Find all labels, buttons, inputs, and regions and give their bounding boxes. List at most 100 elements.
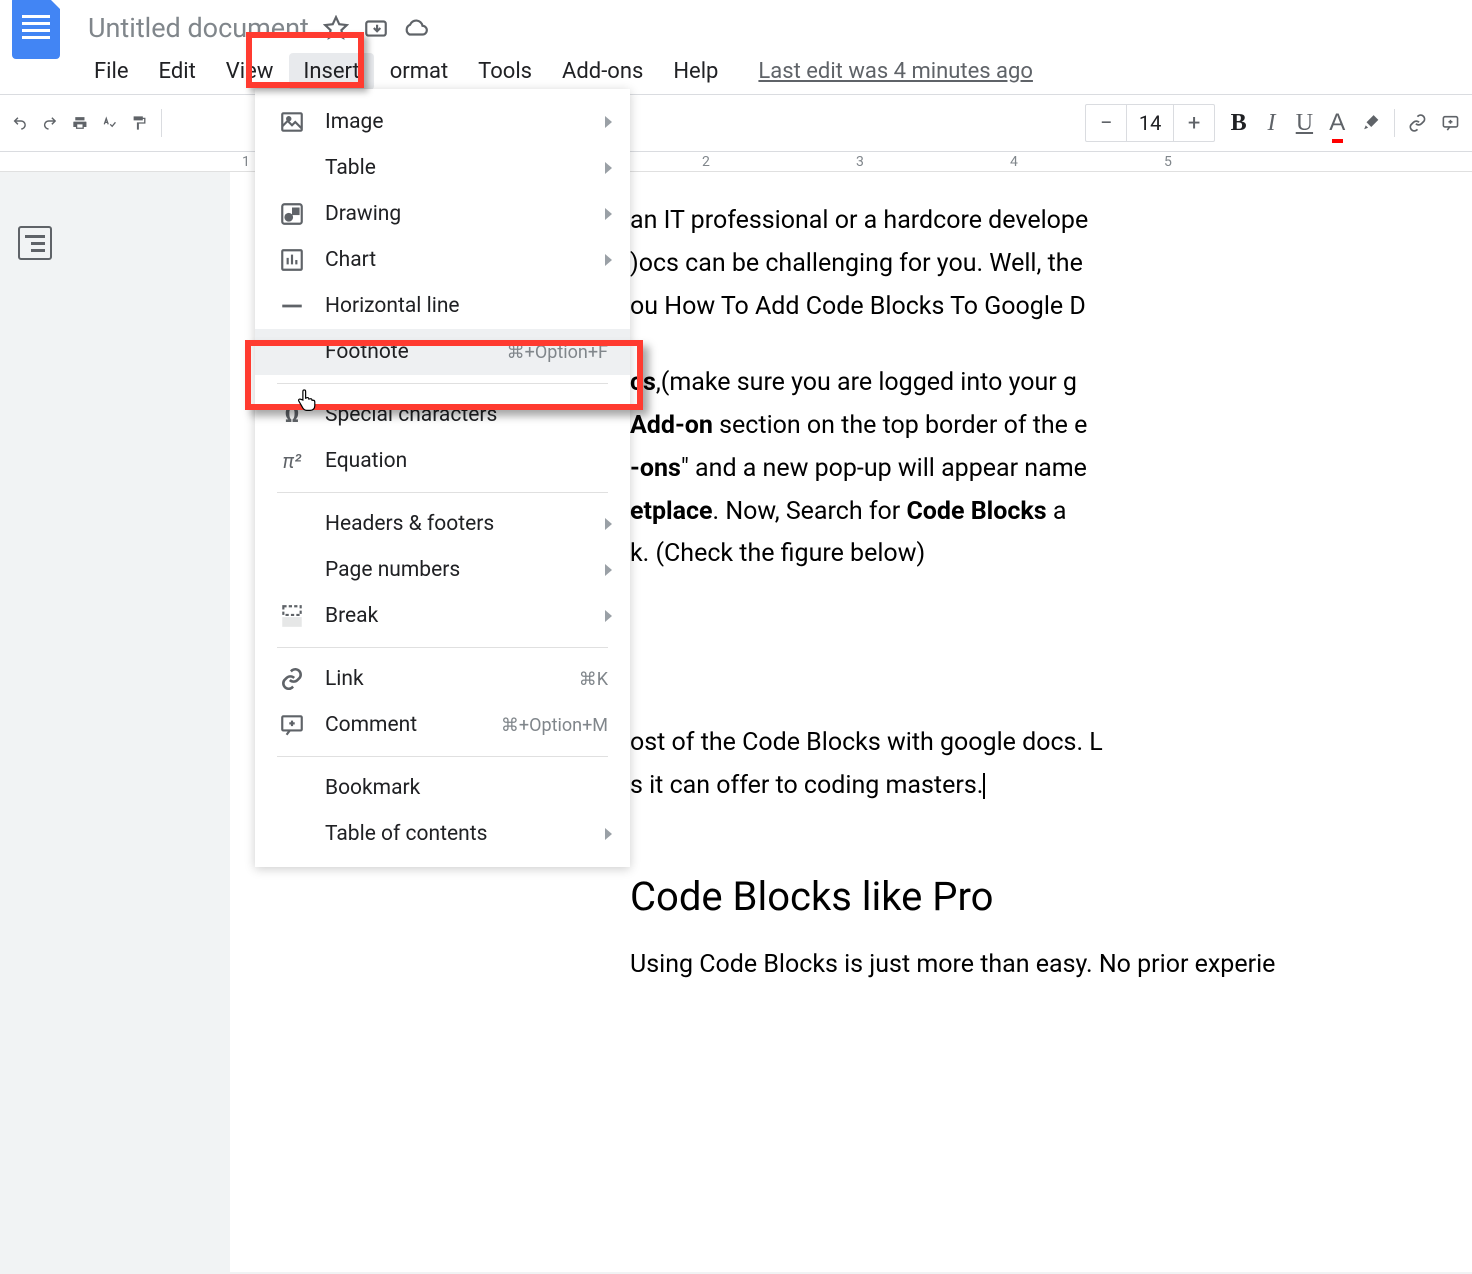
star-icon[interactable] (323, 15, 349, 41)
body-text: )ocs can be challenging for you. Well, t… (630, 245, 1472, 284)
menu-separator (277, 383, 608, 384)
chart-icon (277, 247, 307, 273)
submenu-arrow-icon (605, 518, 612, 530)
menu-label: Bookmark (325, 776, 608, 800)
body-text: Using Code Blocks is just more than easy… (630, 946, 1472, 985)
print-button[interactable] (72, 108, 88, 138)
menu-item-horizontal-line[interactable]: Horizontal line (255, 283, 630, 329)
italic-button[interactable]: I (1262, 105, 1281, 141)
paint-format-button[interactable] (131, 108, 147, 138)
bold-button[interactable]: B (1229, 105, 1248, 141)
headers-icon (277, 511, 307, 537)
toolbar: − 14 + B I U A (0, 94, 1472, 152)
menu-label: Special characters (325, 403, 608, 427)
menu-item-image[interactable]: Image (255, 99, 630, 145)
menu-label: Page numbers (325, 558, 608, 582)
menu-view[interactable]: View (212, 53, 288, 90)
submenu-arrow-icon (605, 208, 612, 220)
text-color-button[interactable]: A (1328, 105, 1347, 141)
page-number-icon (277, 557, 307, 583)
google-docs-icon[interactable] (12, 0, 60, 59)
menu-item-headers-footers[interactable]: Headers & footers (255, 501, 630, 547)
menu-item-link[interactable]: Link ⌘K (255, 656, 630, 702)
omega-icon: Ω (277, 402, 307, 428)
menubar: File Edit View Insert ormat Tools Add-on… (0, 48, 1472, 94)
menu-item-page-numbers[interactable]: Page numbers (255, 547, 630, 593)
body-text: s it can offer to coding masters. (630, 767, 1472, 806)
drawing-icon (277, 201, 307, 227)
highlight-button[interactable] (1361, 105, 1380, 141)
submenu-arrow-icon (605, 828, 612, 840)
insert-link-button[interactable] (1408, 105, 1427, 141)
bookmark-icon (277, 775, 307, 801)
menu-item-chart[interactable]: Chart (255, 237, 630, 283)
insert-dropdown-menu: Image Table Drawing Chart Horizontal lin… (255, 89, 630, 867)
menu-item-equation[interactable]: π² Equation (255, 438, 630, 484)
ruler-mark: 2 (702, 154, 710, 170)
menu-help[interactable]: Help (659, 53, 732, 90)
menu-label: Equation (325, 449, 608, 473)
table-icon (277, 155, 307, 181)
keyboard-shortcut: ⌘K (579, 669, 608, 690)
menu-item-footnote[interactable]: Footnote ⌘+Option+F (255, 329, 630, 375)
move-icon[interactable] (363, 15, 389, 41)
font-size-decrease[interactable]: − (1086, 105, 1126, 141)
ruler-mark: 1 (242, 154, 250, 170)
text-cursor (983, 773, 985, 799)
menu-item-comment[interactable]: Comment ⌘+Option+M (255, 702, 630, 748)
menu-edit[interactable]: Edit (145, 53, 210, 90)
submenu-arrow-icon (605, 162, 612, 174)
footnote-icon (277, 339, 307, 365)
heading-text: Code Blocks like Pro (630, 866, 1472, 928)
document-outline-icon[interactable] (18, 226, 52, 260)
body-text: Add-on section on the top border of the … (630, 407, 1472, 446)
keyboard-shortcut: ⌘+Option+F (507, 342, 608, 363)
menu-label: Break (325, 604, 608, 628)
body-text: ost of the Code Blocks with google docs.… (630, 724, 1472, 763)
body-text: etplace. Now, Search for Code Blocks a (630, 493, 1472, 532)
submenu-arrow-icon (605, 610, 612, 622)
font-size-value[interactable]: 14 (1126, 105, 1174, 141)
menu-insert[interactable]: Insert (289, 53, 373, 90)
menu-item-bookmark[interactable]: Bookmark (255, 765, 630, 811)
comment-icon (277, 712, 307, 738)
body-text: an IT professional or a hardcore develop… (630, 202, 1472, 241)
menu-item-table-of-contents[interactable]: Table of contents (255, 811, 630, 857)
menu-separator (277, 647, 608, 648)
body-text: -ons" and a new pop-up will appear name (630, 450, 1472, 489)
submenu-arrow-icon (605, 254, 612, 266)
menu-separator (277, 492, 608, 493)
menu-item-drawing[interactable]: Drawing (255, 191, 630, 237)
menu-label: Table of contents (325, 822, 608, 846)
document-title[interactable]: Untitled document (88, 12, 309, 44)
font-size-increase[interactable]: + (1174, 105, 1214, 141)
menu-label: Comment (325, 713, 501, 737)
menu-item-special-characters[interactable]: Ω Special characters (255, 392, 630, 438)
horizontal-line-icon (277, 293, 307, 319)
menu-label: Footnote (325, 340, 507, 364)
image-icon (277, 109, 307, 135)
menu-item-break[interactable]: Break (255, 593, 630, 639)
undo-button[interactable] (12, 108, 28, 138)
menu-file[interactable]: File (80, 53, 143, 90)
menu-item-table[interactable]: Table (255, 145, 630, 191)
menu-label: Headers & footers (325, 512, 608, 536)
menu-tools[interactable]: Tools (464, 53, 546, 90)
break-icon (277, 603, 307, 629)
add-comment-button[interactable] (1441, 105, 1460, 141)
keyboard-shortcut: ⌘+Option+M (501, 715, 608, 736)
menu-separator (277, 756, 608, 757)
underline-button[interactable]: U (1295, 105, 1314, 141)
spellcheck-button[interactable] (101, 108, 117, 138)
submenu-arrow-icon (605, 116, 612, 128)
last-edit-link[interactable]: Last edit was 4 minutes ago (758, 59, 1033, 84)
body-text: cs,(make sure you are logged into your g (630, 364, 1472, 403)
redo-button[interactable] (42, 108, 58, 138)
body-text: k. (Check the figure below) (630, 535, 1472, 574)
menu-label: Horizontal line (325, 294, 608, 318)
menu-format[interactable]: ormat (376, 53, 462, 90)
toolbar-separator (1394, 109, 1395, 137)
menu-addons[interactable]: Add-ons (548, 53, 657, 90)
menu-label: Link (325, 667, 579, 691)
cloud-saved-icon[interactable] (403, 15, 429, 41)
